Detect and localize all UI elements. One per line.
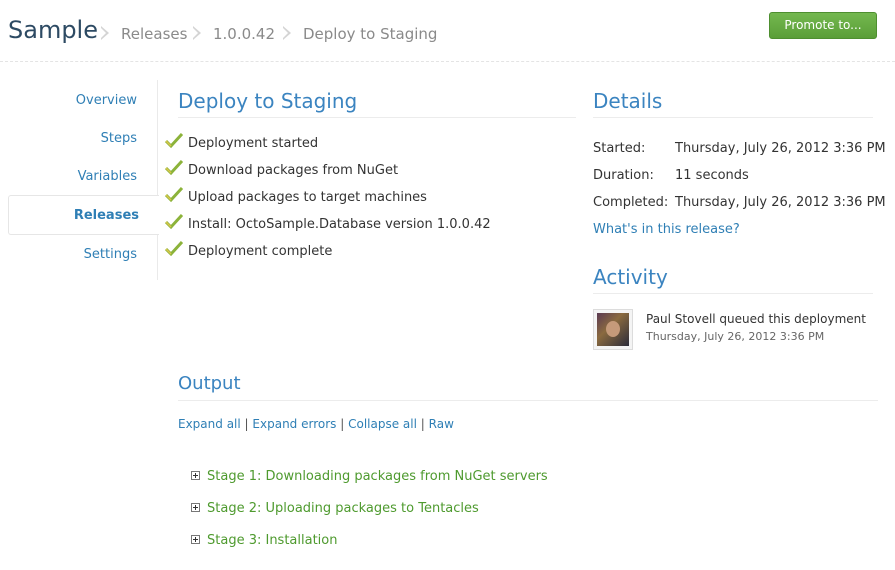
deploy-title: Deploy to Staging: [178, 89, 358, 113]
divider: [178, 117, 576, 118]
activity-timestamp: Thursday, July 26, 2012 3:36 PM: [646, 330, 825, 343]
expand-plus-icon[interactable]: [191, 503, 200, 512]
divider: [593, 117, 873, 118]
step-label: Deployment complete: [188, 244, 333, 259]
raw-link[interactable]: Raw: [429, 417, 454, 431]
stage-item[interactable]: Stage 1: Downloading packages from NuGet…: [191, 469, 548, 484]
stage-item[interactable]: Stage 2: Uploading packages to Tentacles: [191, 501, 479, 516]
collapse-all-link[interactable]: Collapse all: [348, 417, 417, 431]
breadcrumb-current: Deploy to Staging: [303, 25, 438, 43]
expand-plus-icon[interactable]: [191, 471, 200, 480]
promote-button[interactable]: Promote to...: [769, 12, 877, 39]
whats-in-release-link[interactable]: What's in this release?: [593, 222, 740, 237]
avatar: [593, 309, 633, 350]
step-item: Deployment complete: [165, 241, 333, 259]
duration-label: Duration:: [593, 168, 654, 183]
expand-errors-link[interactable]: Expand errors: [252, 417, 336, 431]
check-icon: [165, 214, 183, 230]
sidebar-item-steps[interactable]: Steps: [101, 131, 137, 146]
activity-title: Activity: [593, 265, 668, 289]
breadcrumb-releases[interactable]: Releases: [121, 25, 187, 43]
check-icon: [165, 133, 183, 149]
divider: [593, 293, 873, 294]
step-label: Deployment started: [188, 136, 319, 151]
step-label: Install: OctoSample.Database version 1.0…: [188, 217, 491, 232]
step-item: Install: OctoSample.Database version 1.0…: [165, 214, 491, 232]
output-controls: Expand all | Expand errors | Collapse al…: [178, 417, 454, 431]
sidebar-item-settings[interactable]: Settings: [84, 247, 137, 262]
stage-item[interactable]: Stage 3: Installation: [191, 533, 337, 548]
link-separator: |: [244, 417, 249, 431]
started-value: Thursday, July 26, 2012 3:36 PM: [675, 141, 886, 156]
breadcrumb-chevron-icon: [283, 26, 291, 40]
stage-label[interactable]: Stage 2: Uploading packages to Tentacles: [207, 501, 479, 516]
page-header: Sample Releases 1.0.0.42 Deploy to Stagi…: [0, 0, 895, 62]
check-icon: [165, 187, 183, 203]
duration-value: 11 seconds: [675, 168, 749, 183]
link-separator: |: [420, 417, 425, 431]
stage-label[interactable]: Stage 3: Installation: [207, 533, 337, 548]
step-item: Upload packages to target machines: [165, 187, 427, 205]
activity-message: Paul Stovell queued this deployment: [646, 312, 866, 326]
link-separator: |: [340, 417, 345, 431]
sidebar-nav: Overview Steps Variables Releases Settin…: [8, 80, 159, 280]
sidebar-item-variables[interactable]: Variables: [78, 169, 137, 184]
expand-all-link[interactable]: Expand all: [178, 417, 241, 431]
expand-plus-icon[interactable]: [191, 535, 200, 544]
step-label: Upload packages to target machines: [188, 190, 427, 205]
check-icon: [165, 241, 183, 257]
output-title: Output: [178, 373, 241, 394]
stage-label[interactable]: Stage 1: Downloading packages from NuGet…: [207, 469, 548, 484]
project-title[interactable]: Sample: [8, 16, 98, 44]
check-icon: [165, 160, 183, 176]
step-item: Download packages from NuGet: [165, 160, 399, 178]
sidebar-item-label: Releases: [73, 208, 139, 223]
completed-label: Completed:: [593, 195, 669, 210]
sidebar-item-releases[interactable]: Releases: [8, 195, 159, 235]
step-item: Deployment started: [165, 133, 319, 151]
breadcrumb-chevron-icon: [101, 26, 109, 40]
sidebar-item-overview[interactable]: Overview: [76, 93, 137, 108]
breadcrumb-release-version[interactable]: 1.0.0.42: [213, 25, 275, 43]
started-label: Started:: [593, 141, 646, 156]
breadcrumb-chevron-icon: [193, 26, 201, 40]
completed-value: Thursday, July 26, 2012 3:36 PM: [675, 195, 886, 210]
step-label: Download packages from NuGet: [188, 163, 399, 178]
divider: [178, 400, 878, 401]
details-title: Details: [593, 89, 663, 113]
